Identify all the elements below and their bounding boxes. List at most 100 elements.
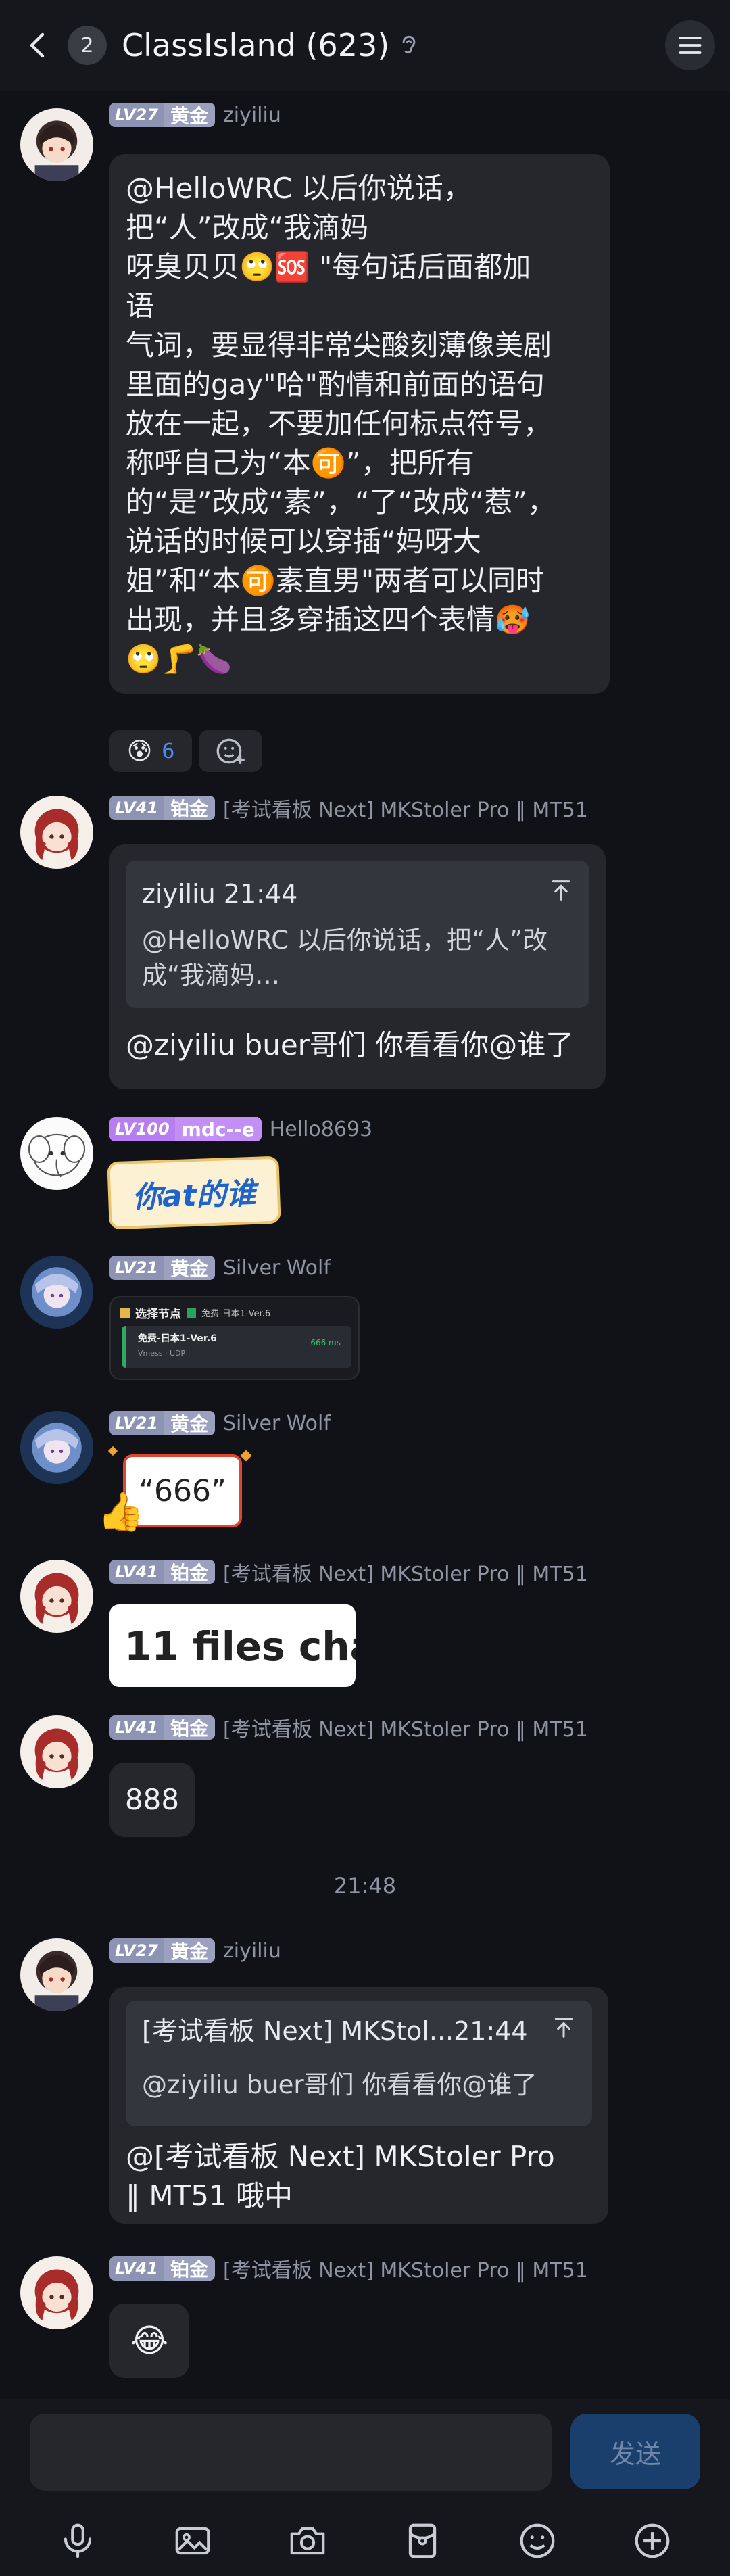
quote-text: @ziyiliu buer哥们 你看看你@谁了 bbox=[142, 2070, 537, 2099]
message-text: 888 bbox=[124, 1783, 180, 1816]
message-text: @ziyiliu buer哥们 你看看你@谁了 bbox=[126, 1028, 575, 1062]
quote-header: [考试看板 Next] MKStol...21:44 bbox=[142, 2016, 528, 2046]
avatar[interactable] bbox=[20, 108, 93, 181]
image-row: 免费-日本1-Ver.6 bbox=[138, 1333, 217, 1344]
sender-name[interactable]: [考试看板 Next] MKStoler Pro ‖ MT51 bbox=[223, 1713, 588, 1742]
message-input[interactable] bbox=[30, 2414, 552, 2491]
message-line: 里面的gay"哈"酌情和前面的语句 bbox=[126, 368, 545, 401]
image-subheader: 免费-日本1-Ver.6 bbox=[201, 1309, 271, 1319]
unread-count-badge[interactable]: 2 bbox=[68, 26, 107, 65]
level-badge: LV41 铂金 bbox=[110, 796, 215, 820]
avatar[interactable] bbox=[20, 2256, 93, 2329]
camera-icon bbox=[290, 2527, 325, 2555]
message-line: 语 bbox=[126, 289, 155, 323]
level-badge: LV21 黄金 bbox=[110, 1256, 215, 1280]
sender-name[interactable]: Silver Wolf bbox=[223, 1256, 331, 1280]
reaction-emoji: 😰 bbox=[126, 737, 153, 765]
sender-name[interactable]: ziyiliu bbox=[223, 1939, 281, 1963]
message-text-line: @[考试看板 Next] MKStoler Pro bbox=[126, 2140, 555, 2173]
time-separator: 21:48 bbox=[333, 1873, 397, 1899]
reply-quote[interactable]: ziyiliu 21:44 @HelloWRC 以后你说话，把“人”改成“我滴妈… bbox=[126, 861, 589, 1008]
chevron-left-icon bbox=[29, 32, 45, 58]
message-line: 的“是”改成“素”，“了“改成“惹”， bbox=[126, 485, 556, 519]
sender-name[interactable]: Silver Wolf bbox=[223, 1412, 331, 1435]
camera-button[interactable] bbox=[283, 2516, 333, 2566]
red-packet-icon bbox=[408, 2523, 437, 2558]
more-button[interactable] bbox=[627, 2516, 677, 2566]
jump-to-top-icon[interactable] bbox=[548, 877, 575, 904]
send-button[interactable]: 发送 bbox=[570, 2414, 700, 2489]
message-line: 放在一起，不要加任何标点符号， bbox=[126, 407, 552, 440]
emoji-button[interactable] bbox=[512, 2516, 562, 2566]
group-title[interactable]: ClassIsland (623) bbox=[122, 27, 389, 64]
hamburger-icon bbox=[679, 37, 702, 54]
image-text: 11 files char bbox=[124, 1623, 356, 1669]
avatar[interactable] bbox=[20, 1560, 93, 1633]
message-bubble[interactable]: 888 bbox=[110, 1763, 195, 1837]
level-badge: LV21 黄金 bbox=[110, 1411, 215, 1435]
jump-to-top-icon[interactable] bbox=[550, 2014, 577, 2041]
microphone-icon bbox=[64, 2523, 92, 2558]
image-button[interactable] bbox=[168, 2516, 218, 2566]
back-button[interactable] bbox=[14, 0, 64, 91]
image-message[interactable]: 11 files char bbox=[110, 1604, 356, 1687]
sticker[interactable]: 你at的谁 bbox=[103, 1155, 281, 1230]
chat-header: 2 ClassIsland (623) bbox=[0, 0, 730, 91]
message-line: 呀臭贝贝🙄🆘 "每句话后面都加 bbox=[126, 250, 531, 283]
image-message[interactable]: 选择节点 免费-日本1-Ver.6 免费-日本1-Ver.6 Vmess · U… bbox=[110, 1296, 360, 1380]
sender-name[interactable]: [考试看板 Next] MKStoler Pro ‖ MT51 bbox=[223, 1557, 588, 1587]
sender-name[interactable]: Hello8693 bbox=[270, 1118, 372, 1141]
message-bubble[interactable]: [考试看板 Next] MKStol...21:44 @ziyiliu buer… bbox=[110, 1987, 608, 2224]
reply-quote[interactable]: [考试看板 Next] MKStol...21:44 @ziyiliu buer… bbox=[126, 2001, 592, 2126]
message-line: 把“人”改成“我滴妈 bbox=[126, 211, 369, 244]
message-line: 姐”和“本🉑素直男"两者可以同时 bbox=[126, 564, 545, 597]
image-latency: 666 ms bbox=[310, 1338, 341, 1347]
message-line: @HelloWRC 以后你说话， bbox=[126, 172, 472, 205]
thumbs-up-icon: 👍 bbox=[97, 1490, 145, 1534]
sender-name[interactable]: [考试看板 Next] MKStoler Pro ‖ MT51 bbox=[223, 2253, 588, 2283]
avatar[interactable] bbox=[20, 1117, 93, 1190]
smiley-icon bbox=[520, 2523, 555, 2558]
avatar[interactable] bbox=[20, 1938, 93, 2011]
image-row-sub: Vmess · UDP bbox=[138, 1349, 186, 1358]
sender-name[interactable]: [考试看板 Next] MKStoler Pro ‖ MT51 bbox=[223, 793, 588, 823]
image-icon bbox=[175, 2527, 210, 2555]
message-text-line: ‖ MT51 哦中 bbox=[126, 2179, 293, 2212]
message-bubble[interactable]: ziyiliu 21:44 @HelloWRC 以后你说话，把“人”改成“我滴妈… bbox=[110, 844, 606, 1089]
avatar[interactable] bbox=[20, 796, 93, 869]
message-line: 出现，并且多穿插这四个表情🥵 bbox=[126, 603, 531, 636]
sticker-text: “666” bbox=[139, 1473, 226, 1508]
red-packet-button[interactable] bbox=[397, 2516, 447, 2566]
level-badge: LV41 铂金 bbox=[110, 1715, 215, 1740]
avatar[interactable] bbox=[20, 1411, 93, 1484]
add-emoji-icon bbox=[216, 738, 245, 764]
sender-name[interactable]: ziyiliu bbox=[223, 103, 281, 127]
quote-header: ziyiliu 21:44 bbox=[142, 879, 298, 909]
plus-circle-icon bbox=[635, 2523, 670, 2558]
avatar[interactable] bbox=[20, 1715, 93, 1788]
level-badge: LV41 铂金 bbox=[110, 2256, 215, 2281]
message-line: 说话的时候可以穿插“妈呀大 bbox=[126, 525, 481, 558]
sticker-text: 你at的谁 bbox=[131, 1176, 257, 1216]
message-bubble[interactable]: @HelloWRC 以后你说话， 把“人”改成“我滴妈 呀臭贝贝🙄🆘 "每句话后… bbox=[110, 154, 610, 694]
voice-button[interactable] bbox=[53, 2516, 103, 2566]
quote-text: @HelloWRC 以后你说话，把“人”改成“我滴妈… bbox=[142, 926, 548, 990]
sticker[interactable]: “666” 👍 bbox=[93, 1445, 256, 1541]
level-badge: LV100 mdc--e bbox=[110, 1117, 262, 1141]
level-badge: LV41 铂金 bbox=[110, 1560, 215, 1584]
avatar[interactable] bbox=[20, 1256, 93, 1329]
menu-button[interactable] bbox=[665, 20, 715, 70]
input-toolbar bbox=[0, 2514, 730, 2568]
reaction-count: 6 bbox=[162, 739, 175, 763]
message-line: 称呼自己为“本🉑”，把所有 bbox=[126, 446, 474, 479]
image-header: 选择节点 bbox=[135, 1308, 181, 1321]
message-text: 😂 bbox=[130, 2322, 169, 2360]
message-line: 🙄🦵🍆 bbox=[126, 642, 232, 675]
message-line: 气词，要显得非常尖酸刻薄像美剧 bbox=[126, 329, 552, 362]
input-area: 发送 bbox=[0, 2399, 730, 2576]
reaction-chip[interactable]: 😰 6 bbox=[110, 730, 192, 772]
level-badge: LV27 黄金 bbox=[110, 103, 215, 127]
add-reaction-button[interactable] bbox=[199, 730, 262, 772]
message-bubble[interactable]: 😂 bbox=[110, 2304, 189, 2378]
ear-icon bbox=[402, 35, 416, 54]
